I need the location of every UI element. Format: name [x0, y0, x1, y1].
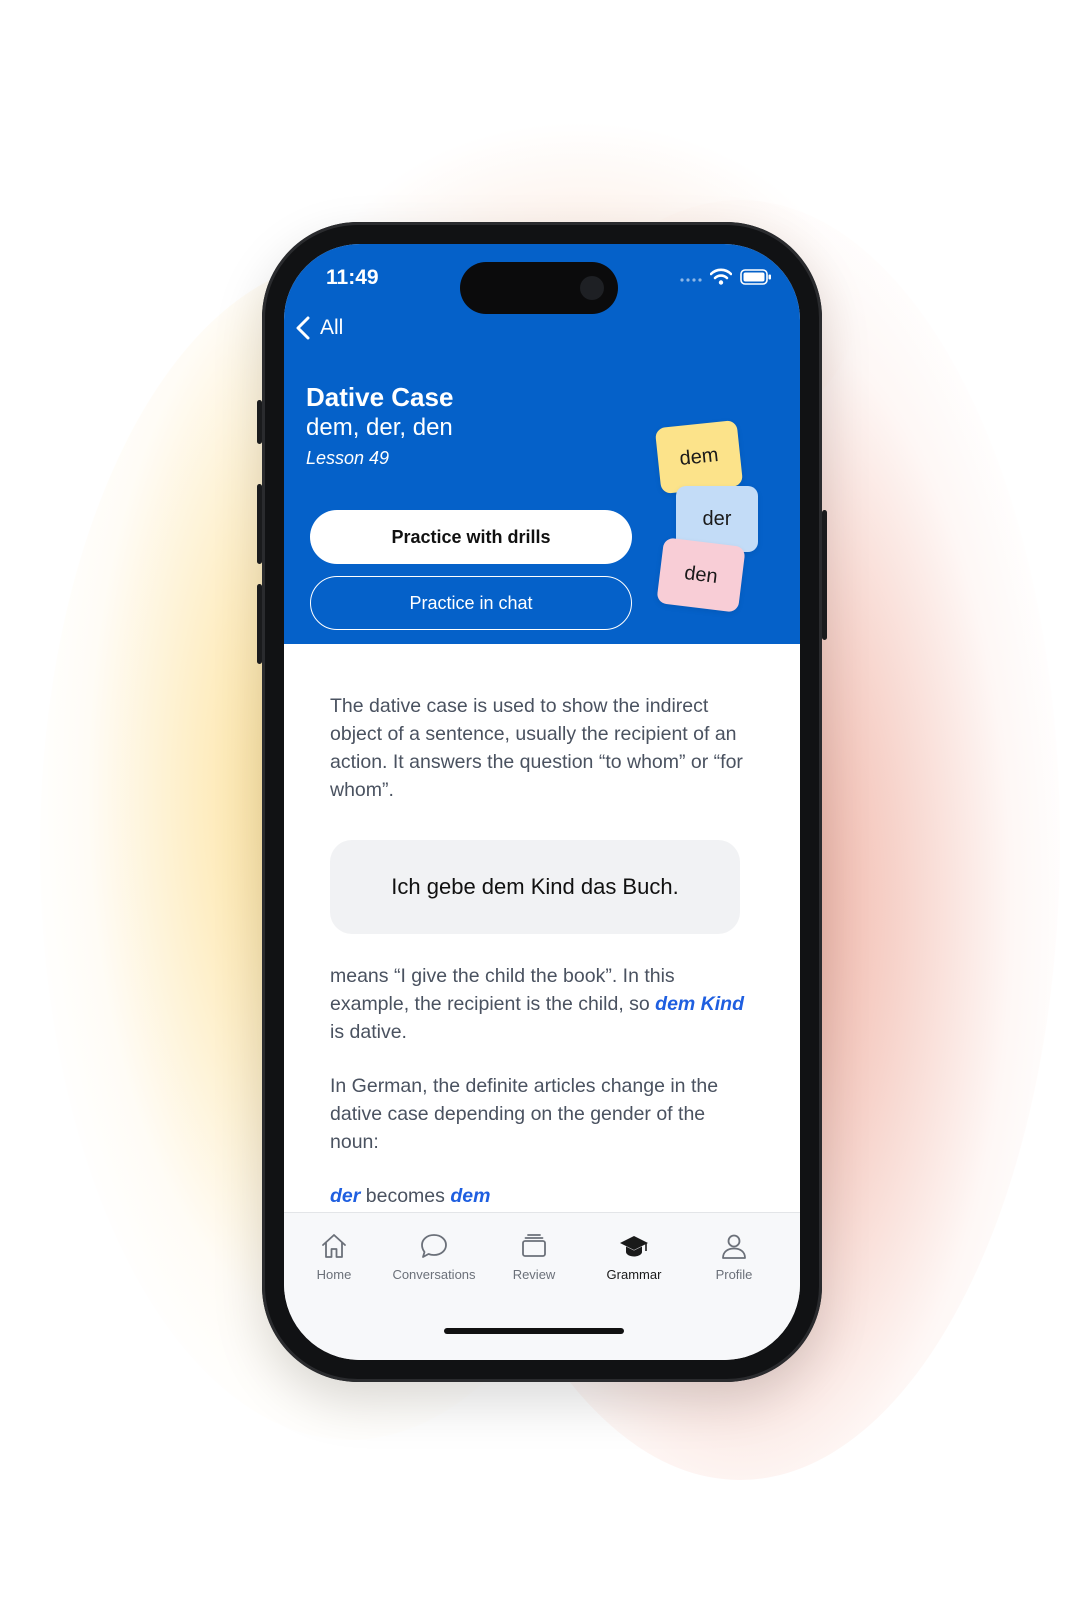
- article-rule: der becomes dem: [330, 1182, 750, 1210]
- article-card-dem: dem: [654, 419, 744, 495]
- practice-chat-button[interactable]: Practice in chat: [310, 576, 632, 630]
- tab-bar: Home Conversations Review Grammar Profil…: [284, 1212, 800, 1360]
- status-time: 11:49: [326, 266, 379, 289]
- graduation-cap-icon: [620, 1236, 648, 1257]
- tab-review[interactable]: Review: [484, 1231, 584, 1282]
- cellular-signal-icon: [680, 277, 702, 282]
- intro-paragraph: The dative case is used to show the indi…: [330, 695, 743, 801]
- explanation-text: means “I give the child the book”. In th…: [330, 965, 675, 1015]
- back-label: All: [320, 316, 344, 339]
- chat-bubble-icon: [421, 1234, 447, 1258]
- dynamic-island: [460, 262, 618, 314]
- rule-from-article: der: [330, 1185, 361, 1207]
- practice-drills-button[interactable]: Practice with drills: [310, 510, 632, 564]
- home-icon: [322, 1234, 346, 1258]
- explanation-paragraph: means “I give the child the book”. In th…: [330, 962, 750, 1046]
- volume-down-button: [257, 584, 262, 664]
- camera-icon: [580, 276, 604, 300]
- tab-home[interactable]: Home: [284, 1231, 384, 1282]
- lesson-number: Lesson 49: [306, 448, 390, 468]
- tab-conversations-label: Conversations: [392, 1267, 476, 1282]
- action-button: [257, 400, 262, 444]
- tab-review-label: Review: [512, 1267, 556, 1282]
- back-button[interactable]: All: [296, 316, 343, 340]
- explanation-suffix: is dative.: [330, 1021, 407, 1043]
- article-card-den: den: [656, 537, 746, 613]
- lesson-header: 11:49 All Dative Case dem, der, den Less…: [284, 244, 800, 644]
- lesson-title: Dative Case: [306, 382, 454, 412]
- page: 11:49 All Dative Case dem, der, den Less…: [0, 0, 1080, 1609]
- wifi-icon: [710, 268, 732, 285]
- home-indicator[interactable]: [444, 1328, 624, 1334]
- lesson-subtitle: dem, der, den: [306, 414, 453, 441]
- rule-to-article: dem: [450, 1185, 491, 1207]
- gender-paragraph: In German, the definite articles change …: [330, 1075, 719, 1153]
- power-button: [822, 510, 827, 640]
- dative-highlight: dem Kind: [655, 993, 745, 1015]
- person-icon: [722, 1234, 746, 1259]
- volume-up-button: [257, 484, 262, 564]
- tab-grammar-label: Grammar: [606, 1267, 662, 1282]
- chevron-left-icon: [296, 316, 310, 340]
- example-sentence: Ich gebe dem Kind das Buch.: [391, 874, 679, 899]
- rule-connector: becomes: [360, 1185, 451, 1207]
- cards-stack-icon: [522, 1234, 546, 1257]
- tab-grammar[interactable]: Grammar: [584, 1231, 684, 1282]
- tab-home-label: Home: [316, 1267, 352, 1282]
- phone-frame: 11:49 All Dative Case dem, der, den Less…: [257, 222, 827, 1382]
- tab-conversations[interactable]: Conversations: [384, 1231, 484, 1282]
- battery-icon: [740, 268, 771, 285]
- example-sentence-box: Ich gebe dem Kind das Buch.: [330, 840, 740, 934]
- tab-profile[interactable]: Profile: [684, 1231, 784, 1282]
- app-screen: 11:49 All Dative Case dem, der, den Less…: [284, 244, 800, 1360]
- status-icons: [680, 268, 772, 285]
- tab-profile-label: Profile: [715, 1267, 753, 1282]
